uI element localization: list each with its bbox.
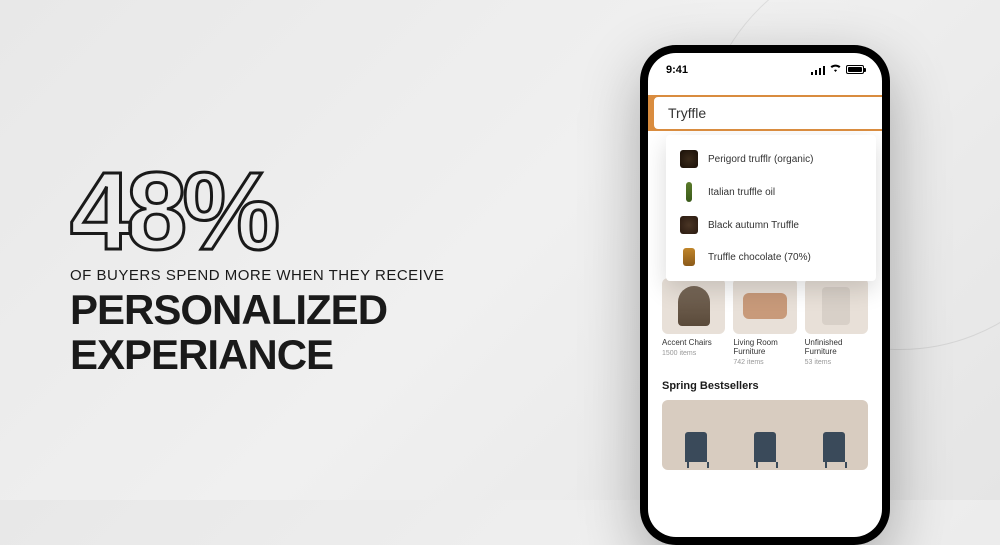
suggestion-item[interactable]: Perigord trufflr (organic) xyxy=(666,143,876,175)
stat-percentage: 48% xyxy=(70,165,444,259)
truffle-icon xyxy=(680,150,698,168)
signal-icon xyxy=(811,65,825,75)
section-title: Spring Bestsellers xyxy=(662,380,868,392)
suggestion-label: Truffle chocolate (70%) xyxy=(708,252,811,263)
headline-block: 48% OF BUYERS SPEND MORE WHEN THEY RECEI… xyxy=(70,165,444,375)
category-card[interactable]: Living Room Furniture 742 items xyxy=(733,278,796,366)
oil-bottle-icon xyxy=(686,182,692,202)
phone-mockup: 9:41 Tryffle Perigord trufflr (organic) … xyxy=(640,45,890,545)
category-card[interactable]: Unfinished Furniture 53 items xyxy=(805,278,868,366)
card-title: Living Room Furniture xyxy=(733,339,796,357)
card-count: 1500 items xyxy=(662,350,725,357)
chair-icon xyxy=(823,432,845,462)
battery-icon xyxy=(846,65,864,74)
stat-subtitle: OF BUYERS SPEND MORE WHEN THEY RECEIVE xyxy=(70,267,444,284)
card-count: 742 items xyxy=(733,359,796,366)
suggestion-item[interactable]: Truffle chocolate (70%) xyxy=(666,241,876,273)
status-time: 9:41 xyxy=(666,64,688,76)
sofa-icon xyxy=(743,293,787,319)
chair-icon xyxy=(754,432,776,462)
category-card[interactable]: Accent Chairs 1500 items xyxy=(662,278,725,366)
phone-screen: 9:41 Tryffle Perigord trufflr (organic) … xyxy=(648,53,882,537)
bestseller-banner[interactable] xyxy=(662,400,868,470)
category-cards: Accent Chairs 1500 items Living Room Fur… xyxy=(662,278,868,366)
card-count: 53 items xyxy=(805,359,868,366)
chair-icon xyxy=(678,286,710,326)
stat-headline-2: EXPERIANCE xyxy=(70,335,444,375)
card-title: Unfinished Furniture xyxy=(805,339,868,357)
suggestion-item[interactable]: Italian truffle oil xyxy=(666,175,876,209)
search-input[interactable]: Tryffle xyxy=(652,95,882,131)
stat-headline-1: PERSONALIZED xyxy=(70,290,444,330)
suggestion-label: Italian truffle oil xyxy=(708,187,775,198)
suggestion-label: Perigord trufflr (organic) xyxy=(708,154,813,165)
wifi-icon xyxy=(829,63,842,76)
chair-icon xyxy=(822,287,850,325)
truffle-icon xyxy=(680,216,698,234)
suggestion-label: Black autumn Truffle xyxy=(708,220,799,231)
search-dropdown: Perigord trufflr (organic) Italian truff… xyxy=(666,135,876,281)
search-overlay: Tryffle Perigord trufflr (organic) Itali… xyxy=(648,95,882,281)
status-bar: 9:41 xyxy=(648,53,882,82)
card-title: Accent Chairs xyxy=(662,339,725,348)
chocolate-icon xyxy=(683,248,695,266)
suggestion-item[interactable]: Black autumn Truffle xyxy=(666,209,876,241)
chair-icon xyxy=(685,432,707,462)
